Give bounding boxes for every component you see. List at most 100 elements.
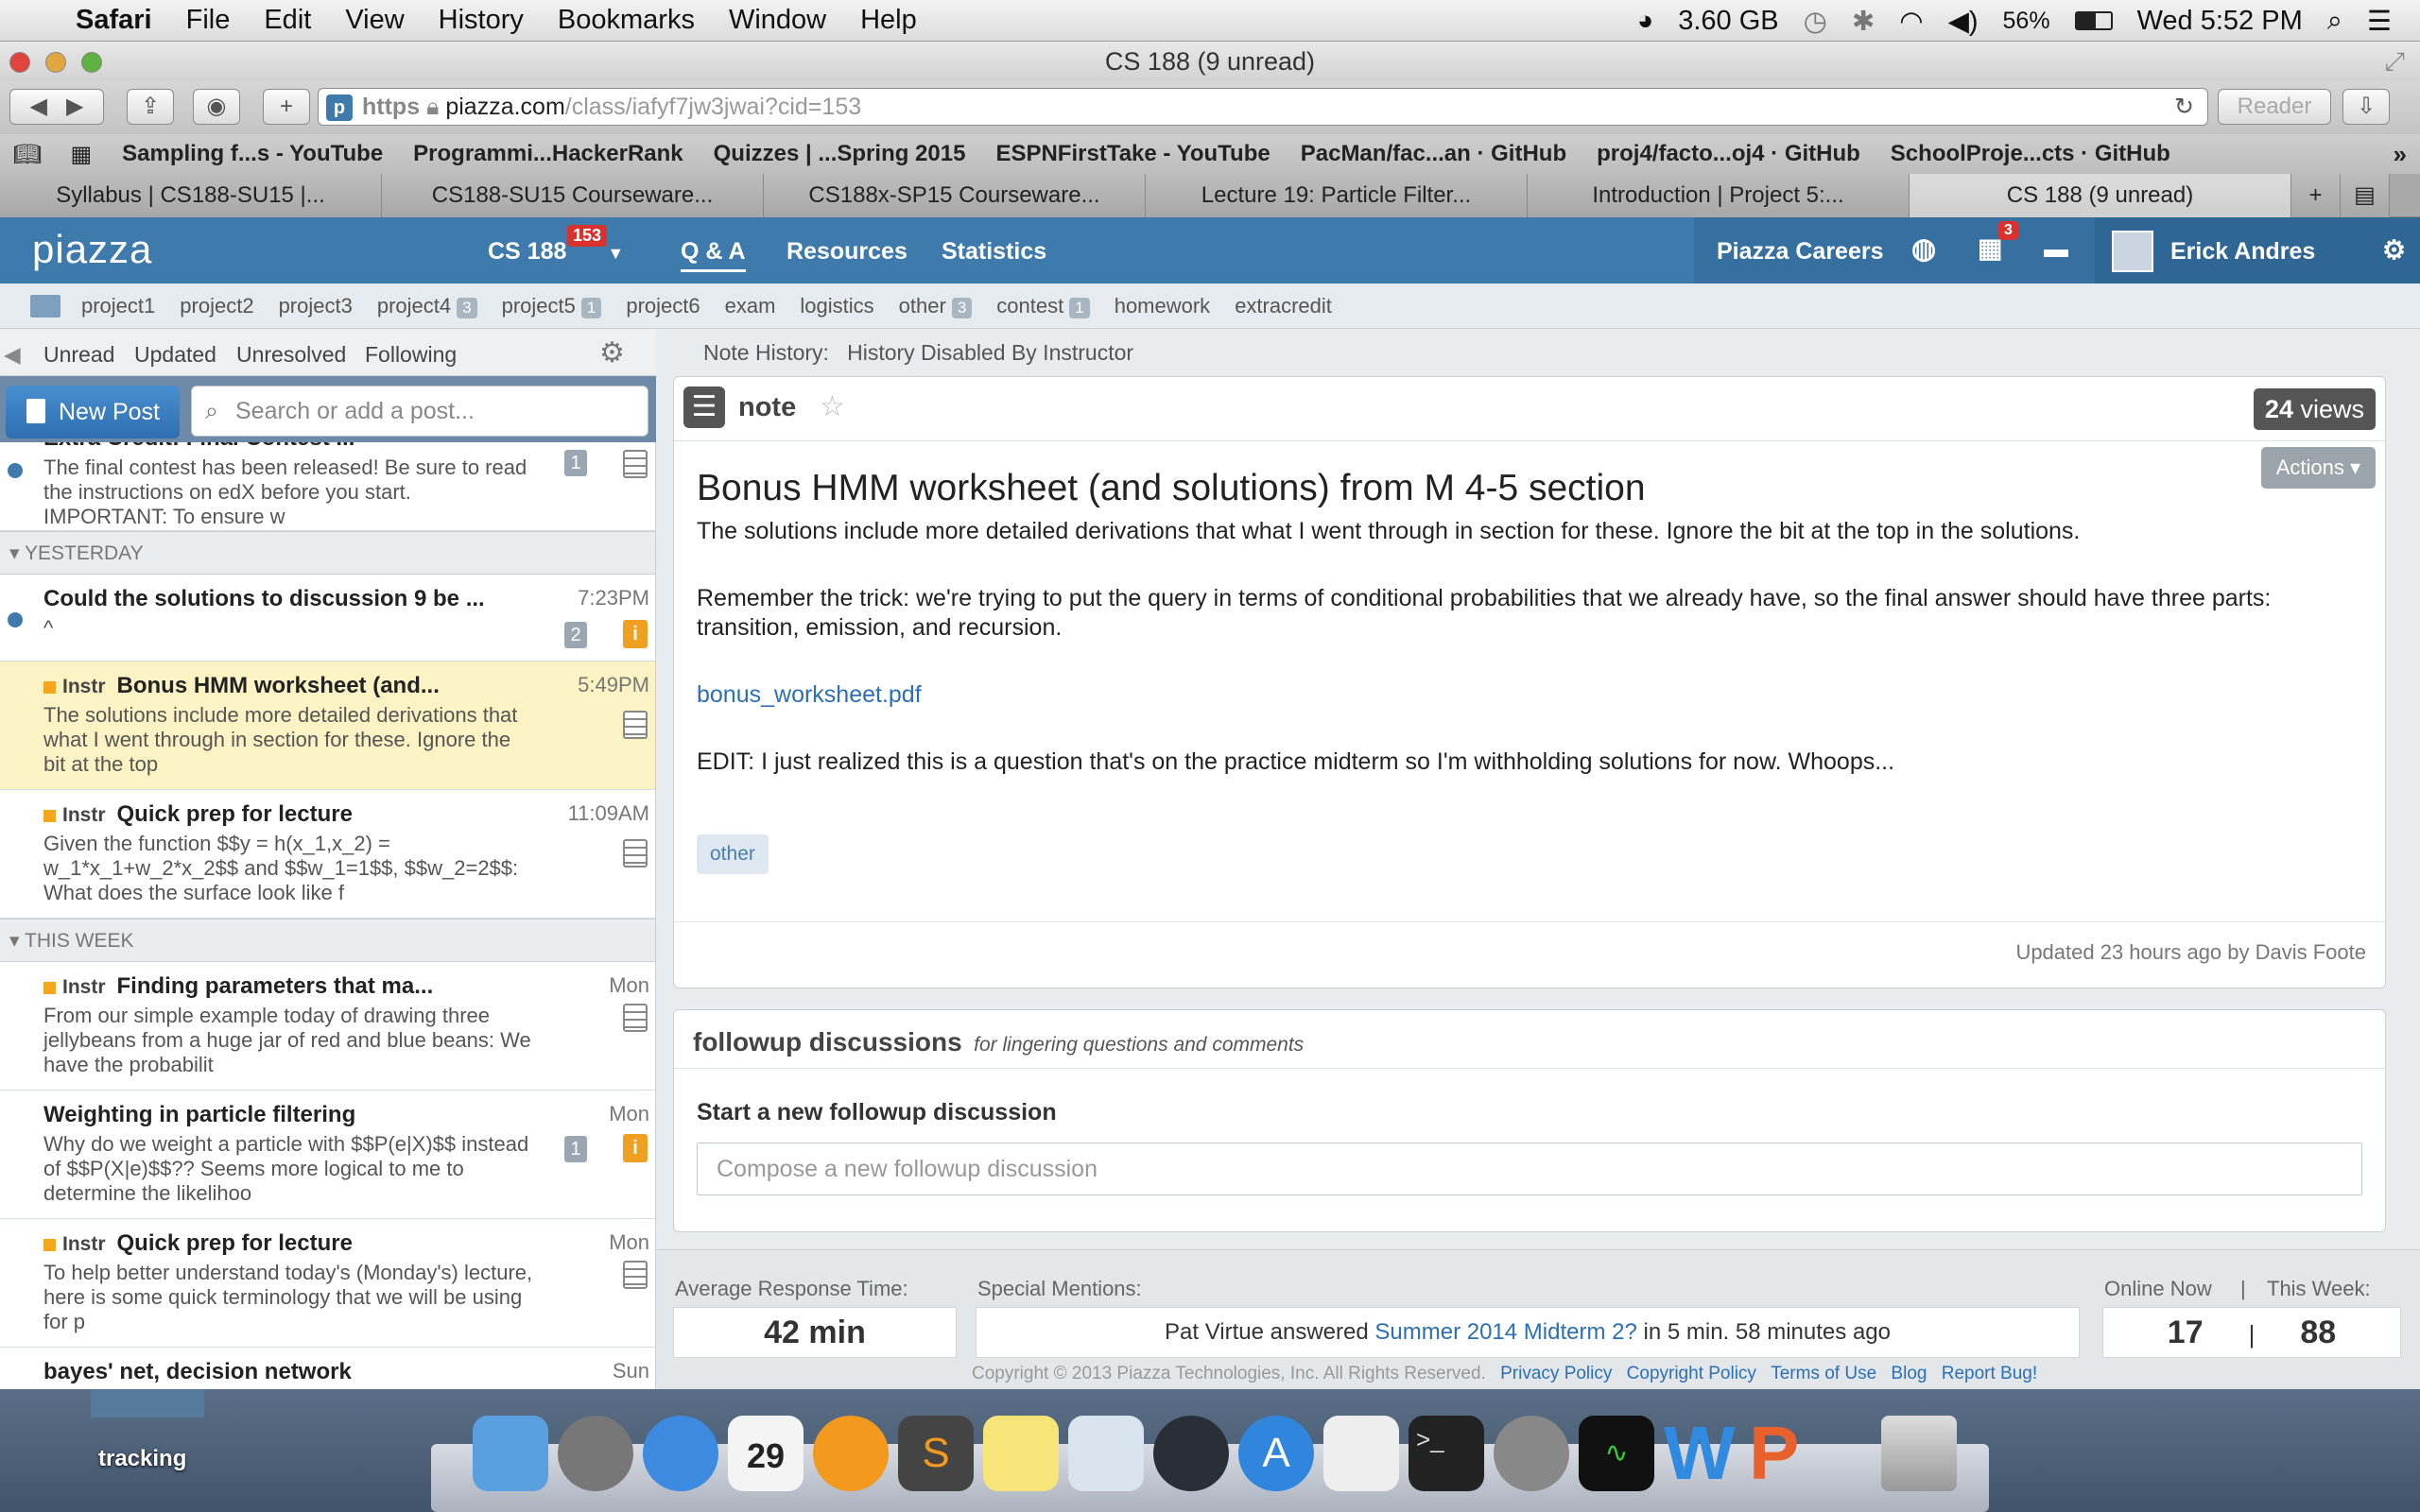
spotlight-icon[interactable]: ⌕	[2327, 6, 2342, 37]
feed-settings-gear-icon[interactable]: ⚙	[599, 336, 625, 369]
folder-logistics[interactable]: logistics	[800, 294, 873, 318]
actions-button[interactable]: Actions ▾	[2260, 447, 2376, 489]
nav-qa[interactable]: Q & A	[681, 238, 746, 272]
feed-item[interactable]: bayes' net, decision network Sun	[0, 1348, 655, 1389]
tab-cs188-active[interactable]: CS 188 (9 unread)	[1910, 174, 2291, 217]
filter-unread[interactable]: Unread	[43, 342, 114, 368]
tab-lecture-19[interactable]: Lecture 19: Particle Filter...	[1146, 174, 1528, 217]
user-menu[interactable]: Erick Andres ⚙	[2095, 217, 2420, 284]
clock[interactable]: Wed 5:52 PM	[2137, 6, 2303, 37]
globe-icon[interactable]: ◍	[1911, 232, 1936, 266]
bookmark-item[interactable]: SchoolProje...cts · GitHub	[1891, 141, 2170, 167]
feed-item[interactable]: Instr Finding parameters that ma... From …	[0, 962, 655, 1091]
folder-contest[interactable]: contest 1	[996, 294, 1090, 318]
bookmark-item[interactable]: Quizzes | ...Spring 2015	[714, 141, 966, 167]
special-mention-link[interactable]: Summer 2014 Midterm 2?	[1374, 1319, 1636, 1345]
folder-exam[interactable]: exam	[725, 294, 776, 318]
show-all-tabs-icon[interactable]: ▤	[2341, 174, 2390, 217]
tag-other[interactable]: other	[697, 834, 769, 874]
folder-other[interactable]: other 3	[899, 294, 973, 318]
search-input[interactable]: ⌕ Search or add a post...	[191, 386, 648, 437]
memory-icon[interactable]: ◕	[1637, 6, 1654, 37]
tab-syllabus[interactable]: Syllabus | CS188-SU15 |...	[0, 174, 382, 217]
minimize-window-button[interactable]	[45, 52, 66, 73]
copyright-policy-link[interactable]: Copyright Policy	[1627, 1364, 1756, 1383]
bluetooth-icon[interactable]: ✱	[1852, 5, 1875, 38]
menu-help[interactable]: Help	[860, 5, 917, 36]
menu-window[interactable]: Window	[729, 5, 826, 36]
word-icon[interactable]: W	[1664, 1416, 1739, 1491]
filter-following[interactable]: Following	[365, 342, 457, 368]
top-sites-grid-icon[interactable]: ▦	[70, 141, 92, 168]
maps-icon[interactable]	[1068, 1416, 1144, 1491]
star-icon[interactable]: ☆	[820, 390, 845, 423]
report-bug-link[interactable]: Report Bug!	[1942, 1364, 2037, 1383]
privacy-policy-link[interactable]: Privacy Policy	[1500, 1364, 1612, 1383]
gear-icon[interactable]: ⚙	[2382, 234, 2406, 266]
bookmark-item[interactable]: proj4/facto...oj4 · GitHub	[1597, 141, 1860, 167]
battery-icon[interactable]	[2074, 11, 2113, 30]
back-forward-buttons[interactable]: ◀ ▶	[9, 89, 104, 125]
folder-project5[interactable]: project5 1	[502, 294, 602, 318]
folder-project4[interactable]: project4 3	[377, 294, 477, 318]
menu-app-safari[interactable]: Safari	[76, 5, 152, 36]
trash-icon[interactable]	[1881, 1416, 1957, 1491]
bookmark-item[interactable]: ESPNFirstTake - YouTube	[995, 141, 1270, 167]
tab-project5[interactable]: Introduction | Project 5:...	[1528, 174, 1910, 217]
powerpoint-icon[interactable]: P	[1749, 1416, 1824, 1491]
reader-button[interactable]: Reader	[2218, 89, 2331, 125]
finder-icon[interactable]	[473, 1416, 548, 1491]
new-tab-plus-icon[interactable]: +	[263, 89, 310, 125]
tab-courseware-su15[interactable]: CS188-SU15 Courseware...	[382, 174, 764, 217]
new-post-button[interactable]: New Post	[6, 386, 180, 438]
menu-edit[interactable]: Edit	[264, 5, 311, 36]
menu-bookmarks[interactable]: Bookmarks	[558, 5, 695, 36]
shield-icon[interactable]: ◉	[193, 89, 240, 125]
piazza-careers-link[interactable]: Piazza Careers	[1717, 238, 1884, 266]
fullscreen-icon[interactable]: ⤢	[2384, 42, 2405, 81]
facetime-icon[interactable]	[1153, 1416, 1229, 1491]
feed-item[interactable]: Could the solutions to discussion 9 be .…	[0, 575, 655, 662]
menu-history[interactable]: History	[439, 5, 524, 36]
address-bar[interactable]: p https 🔒︎ piazza.com/class/iafyf7jw3jwa…	[318, 88, 2208, 126]
app-store-icon[interactable]: A	[1238, 1416, 1314, 1491]
filter-updated[interactable]: Updated	[134, 342, 216, 368]
folder-project3[interactable]: project3	[279, 294, 353, 318]
terms-of-use-link[interactable]: Terms of Use	[1771, 1364, 1876, 1383]
nav-statistics[interactable]: Statistics	[942, 238, 1046, 266]
more-bookmarks-icon[interactable]: »	[2394, 140, 2407, 169]
time-machine-icon[interactable]: ◷	[1804, 5, 1827, 38]
feed-item[interactable]: Instr Quick prep for lecture To help bett…	[0, 1219, 655, 1348]
folder-icon[interactable]	[30, 294, 60, 318]
calendar-icon[interactable]: 29	[728, 1416, 804, 1491]
sublime-text-icon[interactable]: S	[898, 1416, 974, 1491]
blog-link[interactable]: Blog	[1891, 1364, 1927, 1383]
feed-item[interactable]: Weighting in particle filtering Why do w…	[0, 1091, 655, 1219]
filter-unresolved[interactable]: Unresolved	[236, 342, 346, 368]
feed-item-selected[interactable]: Instr Bonus HMM worksheet (and... The sol…	[0, 662, 655, 790]
collapse-feed-icon[interactable]: ◀	[4, 342, 21, 368]
ibooks-icon[interactable]	[813, 1416, 889, 1491]
bookmark-item[interactable]: Programmi...HackerRank	[413, 141, 683, 167]
reading-list-icon[interactable]: 📖︎	[13, 141, 42, 168]
reload-icon[interactable]: ↻	[2174, 89, 2194, 125]
nav-resources[interactable]: Resources	[786, 238, 908, 266]
section-header-yesterday[interactable]: ▾ YESTERDAY	[0, 531, 655, 575]
feed-item[interactable]: Extra Credit: Final Contest ... The fina…	[0, 442, 655, 531]
folder-project6[interactable]: project6	[626, 294, 700, 318]
new-tab-icon[interactable]: +	[2291, 174, 2341, 217]
textedit-icon[interactable]	[1323, 1416, 1399, 1491]
followup-compose-input[interactable]: Compose a new followup discussion	[697, 1143, 2362, 1195]
piazza-logo[interactable]: piazza	[32, 227, 152, 272]
zoom-window-button[interactable]	[81, 52, 102, 73]
notification-center-icon[interactable]: ☰	[2367, 5, 2392, 38]
folder-project1[interactable]: project1	[81, 294, 155, 318]
launchpad-icon[interactable]	[558, 1416, 633, 1491]
folder-project2[interactable]: project2	[180, 294, 253, 318]
share-icon[interactable]: ⇪	[127, 89, 174, 125]
section-header-this-week[interactable]: ▾ THIS WEEK	[0, 919, 655, 962]
wifi-icon[interactable]: ◠	[1899, 5, 1923, 38]
attachment-link[interactable]: bonus_worksheet.pdf	[697, 680, 2360, 710]
safari-icon[interactable]	[643, 1416, 718, 1491]
bookmark-item[interactable]: PacMan/fac...an · GitHub	[1301, 141, 1566, 167]
